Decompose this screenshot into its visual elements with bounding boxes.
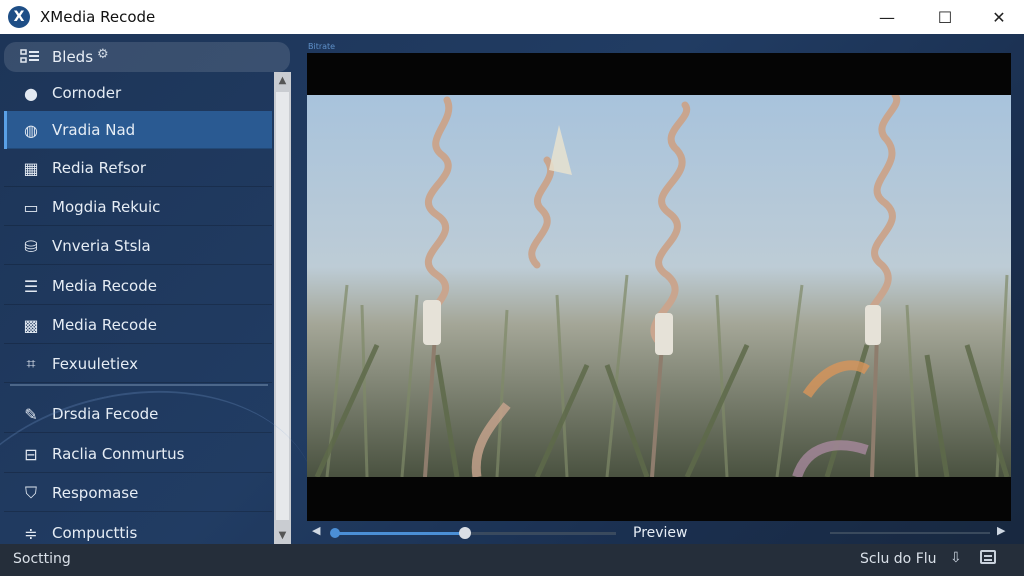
preview-caption: Bitrate	[308, 42, 336, 51]
sidebar-item-label: Fexuuletiex	[52, 355, 138, 373]
sidebar: Bleds ⚙ ● Cornoder ◍ Vradia Nad ▦ Redia Refso…	[0, 34, 292, 552]
wrench-icon: ✎	[24, 404, 38, 424]
app-logo-icon: X	[8, 6, 30, 28]
status-bar: Soctting Sclu do Flu ⇩	[0, 544, 1024, 576]
sidebar-item-label: Redia Refsor	[52, 159, 147, 177]
sidebar-item-5[interactable]: ⛁ Vnveria Stsla	[4, 227, 272, 265]
secondary-track	[484, 532, 614, 534]
download-icon[interactable]: ⇩	[950, 550, 962, 566]
circle-icon: ●	[24, 83, 38, 103]
sidebar-item-11[interactable]: ⛉ Respomase	[4, 474, 272, 512]
sphere-icon: ◍	[24, 120, 38, 140]
shield-icon: ⛉	[24, 483, 37, 502]
scroll-thumb[interactable]	[276, 92, 289, 520]
sidebar-item-9[interactable]: ✎ Drsdia Fecode	[4, 395, 272, 433]
sidebar-item-8[interactable]: ⌗ Fexuuletiex	[4, 345, 272, 383]
window-title: XMedia Recode	[40, 8, 156, 26]
main-area: Bleds ⚙ ● Cornoder ◍ Vradia Nad ▦ Redia Refso…	[0, 34, 1024, 552]
sidebar-item-label: Cornoder	[52, 84, 122, 102]
seek-start-handle[interactable]	[330, 528, 340, 538]
window-icon[interactable]	[980, 550, 996, 564]
preview-label: Preview	[633, 525, 688, 541]
player-controls: ◀ Preview ▶	[300, 522, 1024, 544]
prev-frame-icon[interactable]: ◀	[312, 524, 320, 537]
seek-end-handle[interactable]	[459, 527, 471, 539]
status-right-text: Sclu do Flu	[860, 551, 937, 567]
sidebar-item-label: Respomase	[52, 484, 139, 502]
list-icon	[20, 49, 39, 63]
seek-progress	[332, 532, 463, 535]
sidebar-item-1[interactable]: ● Cornoder	[4, 74, 272, 112]
grid-icon: ▦	[23, 158, 39, 178]
sidebar-item-3[interactable]: ▦ Redia Refsor	[4, 149, 272, 187]
sidebar-item-label: Media Recode	[52, 277, 157, 295]
sidebar-header[interactable]: Bleds ⚙	[4, 42, 290, 72]
status-left-text: Soctting	[13, 551, 71, 567]
sidebar-item-4[interactable]: ▭ Mogdia Rekuic	[4, 188, 272, 226]
title-bar: X XMedia Recode — ☐ ✕	[0, 0, 1024, 34]
sidebar-scrollbar[interactable]: ▲ ▼	[274, 72, 291, 544]
sidebar-item-label: Drsdia Fecode	[52, 405, 159, 423]
monitor-icon: ▭	[23, 197, 39, 217]
maximize-button[interactable]: ☐	[922, 0, 968, 34]
sidebar-item-label: Compucttis	[52, 524, 138, 542]
sidebar-item-2[interactable]: ◍ Vradia Nad	[4, 111, 272, 149]
database-icon: ⛁	[24, 236, 38, 256]
sidebar-item-label: Media Recode	[52, 316, 157, 334]
scroll-up-button[interactable]: ▲	[274, 72, 291, 89]
layers-icon: ☰	[23, 276, 39, 296]
chip-icon: ⌗	[26, 354, 36, 373]
sidebar-item-label: Mogdia Rekuic	[52, 198, 161, 216]
sidebar-item-7[interactable]: ▩ Media Recode	[4, 306, 272, 344]
sidebar-header-label: Bleds	[52, 48, 94, 66]
sidebar-item-10[interactable]: ⊟ Raclia Conmurtus	[4, 435, 272, 473]
close-button[interactable]: ✕	[976, 0, 1022, 34]
sidebar-item-label: Vradia Nad	[52, 121, 136, 139]
sidebar-item-6[interactable]: ☰ Media Recode	[4, 267, 272, 305]
tiles-icon: ▩	[23, 315, 39, 335]
scroll-down-button[interactable]: ▼	[274, 527, 291, 544]
drive-icon: ⊟	[24, 444, 38, 464]
video-preview[interactable]	[307, 53, 1011, 521]
sidebar-separator	[10, 384, 268, 386]
volume-track[interactable]	[830, 532, 990, 534]
gear-icon[interactable]: ⚙	[97, 47, 109, 62]
minimize-button[interactable]: —	[864, 0, 910, 34]
wheat-scene-image	[307, 95, 1011, 477]
sidebar-item-label: Vnveria Stsla	[52, 237, 151, 255]
next-frame-icon[interactable]: ▶	[997, 524, 1005, 537]
sliders-icon: ≑	[24, 523, 38, 543]
video-frame	[307, 95, 1011, 477]
sidebar-item-label: Raclia Conmurtus	[52, 445, 185, 463]
